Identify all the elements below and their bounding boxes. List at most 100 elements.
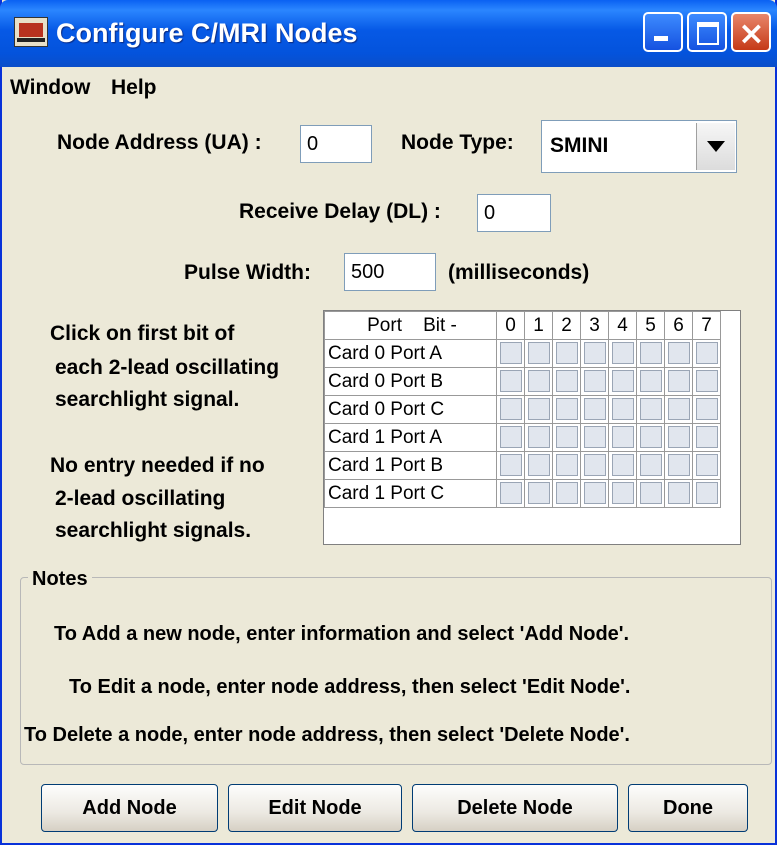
bit-checkbox[interactable] xyxy=(667,370,690,393)
table-row: Card 0 Port A xyxy=(324,339,721,368)
bit-checkbox[interactable] xyxy=(667,342,690,365)
bit-table-header: Port Bit - 0 1 2 3 4 5 6 7 xyxy=(324,311,721,340)
configure-nodes-window: Configure C/MRI Nodes × Window Help Node… xyxy=(0,0,777,845)
bit-checkbox[interactable] xyxy=(639,370,662,393)
bit-checkbox[interactable] xyxy=(527,426,550,449)
bit-checkbox[interactable] xyxy=(583,426,606,449)
bit-header-5: 5 xyxy=(636,311,665,340)
bit-checkbox[interactable] xyxy=(499,398,522,421)
done-button[interactable]: Done xyxy=(628,784,748,832)
window-title: Configure C/MRI Nodes xyxy=(56,18,358,48)
bit-checkbox[interactable] xyxy=(499,454,522,477)
note-add: To Add a new node, enter information and… xyxy=(54,623,630,645)
bit-checkbox[interactable] xyxy=(527,482,550,505)
table-row: Card 0 Port C xyxy=(324,395,721,424)
bit-checkbox[interactable] xyxy=(555,482,578,505)
bit-checkbox[interactable] xyxy=(611,398,634,421)
bit-checkbox[interactable] xyxy=(667,398,690,421)
bit-checkbox[interactable] xyxy=(695,454,718,477)
bit-checkbox[interactable] xyxy=(499,482,522,505)
instruction-line-1: Click on first bit of xyxy=(50,322,235,345)
bit-checkbox[interactable] xyxy=(527,342,550,365)
instruction-line-3: searchlight signal. xyxy=(55,388,240,411)
row-label: Card 0 Port B xyxy=(324,367,497,396)
chevron-down-icon[interactable] xyxy=(696,123,735,170)
node-type-value: SMINI xyxy=(550,134,609,157)
bit-header-1: 1 xyxy=(524,311,553,340)
bit-checkbox[interactable] xyxy=(695,342,718,365)
bit-header-3: 3 xyxy=(580,311,609,340)
menu-help[interactable]: Help xyxy=(111,76,157,100)
app-icon[interactable] xyxy=(14,17,48,47)
bit-checkbox[interactable] xyxy=(555,370,578,393)
table-row: Card 1 Port A xyxy=(324,423,721,452)
note-edit: To Edit a node, enter node address, then… xyxy=(69,676,631,698)
bit-checkbox[interactable] xyxy=(583,482,606,505)
row-label: Card 1 Port A xyxy=(324,423,497,452)
bit-checkbox[interactable] xyxy=(499,342,522,365)
oscillating-bit-table: Port Bit - 0 1 2 3 4 5 6 7 Card 0 Port A xyxy=(323,310,741,545)
minimize-icon xyxy=(654,36,668,41)
node-address-input[interactable] xyxy=(300,125,372,163)
receive-delay-label: Receive Delay (DL) : xyxy=(239,200,441,223)
bit-checkbox[interactable] xyxy=(639,398,662,421)
bit-checkbox[interactable] xyxy=(667,454,690,477)
bit-checkbox[interactable] xyxy=(695,370,718,393)
menu-window[interactable]: Window xyxy=(10,76,90,100)
bit-checkbox[interactable] xyxy=(695,426,718,449)
bit-checkbox[interactable] xyxy=(499,426,522,449)
bit-checkbox[interactable] xyxy=(611,454,634,477)
bit-checkbox[interactable] xyxy=(639,426,662,449)
port-bit-header: Port Bit - xyxy=(324,311,497,340)
bit-header-2: 2 xyxy=(552,311,581,340)
bit-table: Port Bit - 0 1 2 3 4 5 6 7 Card 0 Port A xyxy=(324,311,721,508)
bit-checkbox[interactable] xyxy=(611,426,634,449)
bit-checkbox[interactable] xyxy=(555,426,578,449)
bit-checkbox[interactable] xyxy=(639,342,662,365)
receive-delay-input[interactable] xyxy=(477,194,551,232)
bit-checkbox[interactable] xyxy=(527,398,550,421)
instruction-line-2: each 2-lead oscillating xyxy=(55,356,280,379)
row-label: Card 1 Port C xyxy=(324,479,497,508)
instruction-line-4: No entry needed if no xyxy=(50,454,265,477)
edit-node-button[interactable]: Edit Node xyxy=(228,784,402,832)
bit-checkbox[interactable] xyxy=(583,370,606,393)
bit-checkbox[interactable] xyxy=(611,370,634,393)
close-button[interactable]: × xyxy=(731,12,771,52)
node-type-select[interactable]: SMINI xyxy=(541,120,737,173)
bit-checkbox[interactable] xyxy=(611,482,634,505)
bit-checkbox[interactable] xyxy=(667,482,690,505)
bit-checkbox[interactable] xyxy=(499,370,522,393)
maximize-button[interactable] xyxy=(687,12,727,52)
add-node-button[interactable]: Add Node xyxy=(41,784,218,832)
bit-checkbox[interactable] xyxy=(695,398,718,421)
bit-checkbox[interactable] xyxy=(555,342,578,365)
bit-checkbox[interactable] xyxy=(695,482,718,505)
notes-title: Notes xyxy=(28,568,92,591)
delete-node-button[interactable]: Delete Node xyxy=(412,784,618,832)
bit-checkbox[interactable] xyxy=(527,370,550,393)
menu-bar: Window Help xyxy=(2,67,777,107)
bit-checkbox[interactable] xyxy=(583,398,606,421)
title-bar[interactable]: Configure C/MRI Nodes × xyxy=(0,0,777,67)
bit-checkbox[interactable] xyxy=(527,454,550,477)
bit-header-0: 0 xyxy=(496,311,525,340)
node-type-label: Node Type: xyxy=(401,131,514,154)
pulse-width-input[interactable] xyxy=(344,253,436,291)
bit-checkbox[interactable] xyxy=(611,342,634,365)
minimize-button[interactable] xyxy=(643,12,683,52)
instruction-line-5: 2-lead oscillating xyxy=(55,487,226,510)
bit-checkbox[interactable] xyxy=(583,342,606,365)
bit-checkbox[interactable] xyxy=(667,426,690,449)
bit-checkbox[interactable] xyxy=(555,398,578,421)
table-row: Card 0 Port B xyxy=(324,367,721,396)
close-icon: × xyxy=(738,14,765,52)
bit-checkbox[interactable] xyxy=(583,454,606,477)
bit-checkbox[interactable] xyxy=(555,454,578,477)
row-label: Card 0 Port A xyxy=(324,339,497,368)
maximize-icon xyxy=(697,22,719,45)
bit-checkbox[interactable] xyxy=(639,454,662,477)
bit-checkbox[interactable] xyxy=(639,482,662,505)
row-label: Card 0 Port C xyxy=(324,395,497,424)
table-row: Card 1 Port B xyxy=(324,451,721,480)
